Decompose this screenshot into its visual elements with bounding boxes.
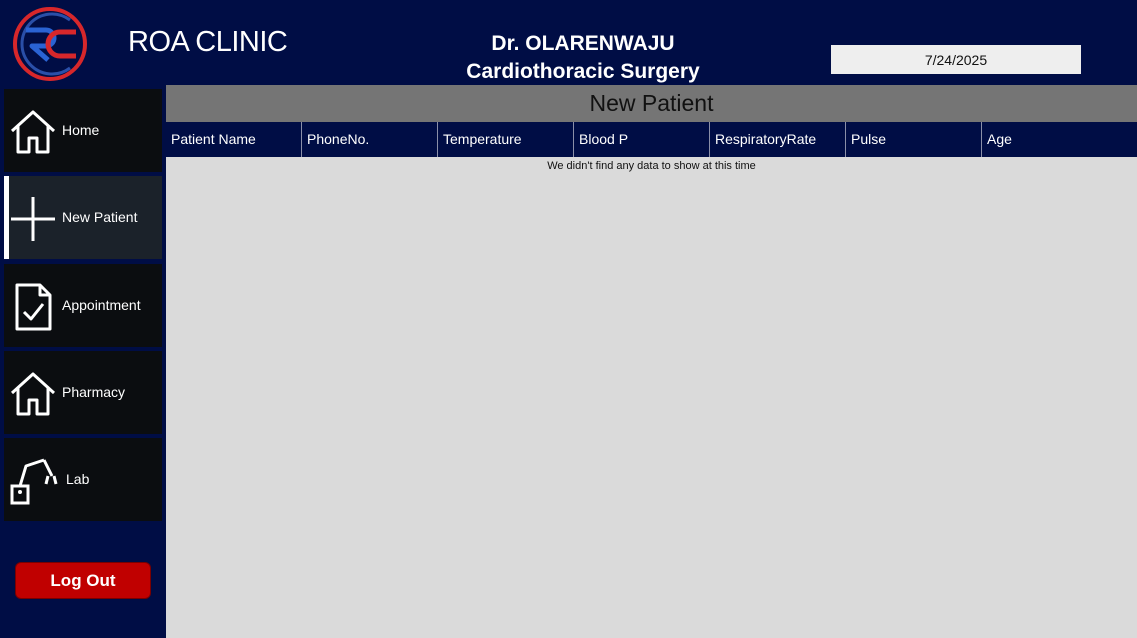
document-check-icon xyxy=(15,283,52,331)
house-icon xyxy=(10,372,56,416)
date-field[interactable]: 7/24/2025 xyxy=(831,45,1081,74)
house-icon xyxy=(10,110,56,154)
sidebar-item-lab[interactable]: Lab xyxy=(4,438,162,521)
sidebar-item-new-patient[interactable]: New Patient xyxy=(4,176,162,259)
sidebar-item-appointment[interactable]: Appointment xyxy=(4,264,162,347)
sidebar-item-label: Home xyxy=(62,122,100,138)
sidebar-item-label: New Patient xyxy=(62,209,138,225)
app-header: ROA CLINIC Dr. OLARENWAJU Cardiothoracic… xyxy=(0,0,1137,85)
main-content: New Patient Patient Name PhoneNo. Temper… xyxy=(166,85,1137,638)
doctor-info: Dr. OLARENWAJU Cardiothoracic Surgery xyxy=(440,30,726,86)
page-title: New Patient xyxy=(166,85,1137,122)
column-header-respiratory-rate[interactable]: RespiratoryRate xyxy=(710,122,846,157)
doctor-specialty: Cardiothoracic Surgery xyxy=(466,60,700,83)
column-header-temperature[interactable]: Temperature xyxy=(438,122,574,157)
robot-arm-icon xyxy=(10,458,58,505)
sidebar-item-label: Appointment xyxy=(62,297,141,313)
logout-button[interactable]: Log Out xyxy=(16,563,150,598)
sidebar-item-pharmacy[interactable]: Pharmacy xyxy=(4,351,162,434)
column-header-blood-pressure[interactable]: Blood P xyxy=(574,122,710,157)
table-header: Patient Name PhoneNo. Temperature Blood … xyxy=(166,122,1137,157)
empty-state-message: We didn't find any data to show at this … xyxy=(547,160,756,172)
sidebar: Home New Patient Appointment Pharmacy La… xyxy=(0,85,166,638)
rc-logo-icon xyxy=(13,7,87,81)
clinic-name: ROA CLINIC xyxy=(128,26,288,58)
column-header-pulse[interactable]: Pulse xyxy=(846,122,982,157)
doctor-name: Dr. OLARENWAJU xyxy=(491,32,675,55)
column-header-age[interactable]: Age xyxy=(982,122,1137,157)
sidebar-item-home[interactable]: Home xyxy=(4,89,162,172)
plus-icon xyxy=(11,197,55,241)
column-header-phone[interactable]: PhoneNo. xyxy=(302,122,438,157)
sidebar-item-label: Pharmacy xyxy=(62,384,126,400)
column-header-patient-name[interactable]: Patient Name xyxy=(166,122,302,157)
sidebar-item-label: Lab xyxy=(66,471,90,487)
